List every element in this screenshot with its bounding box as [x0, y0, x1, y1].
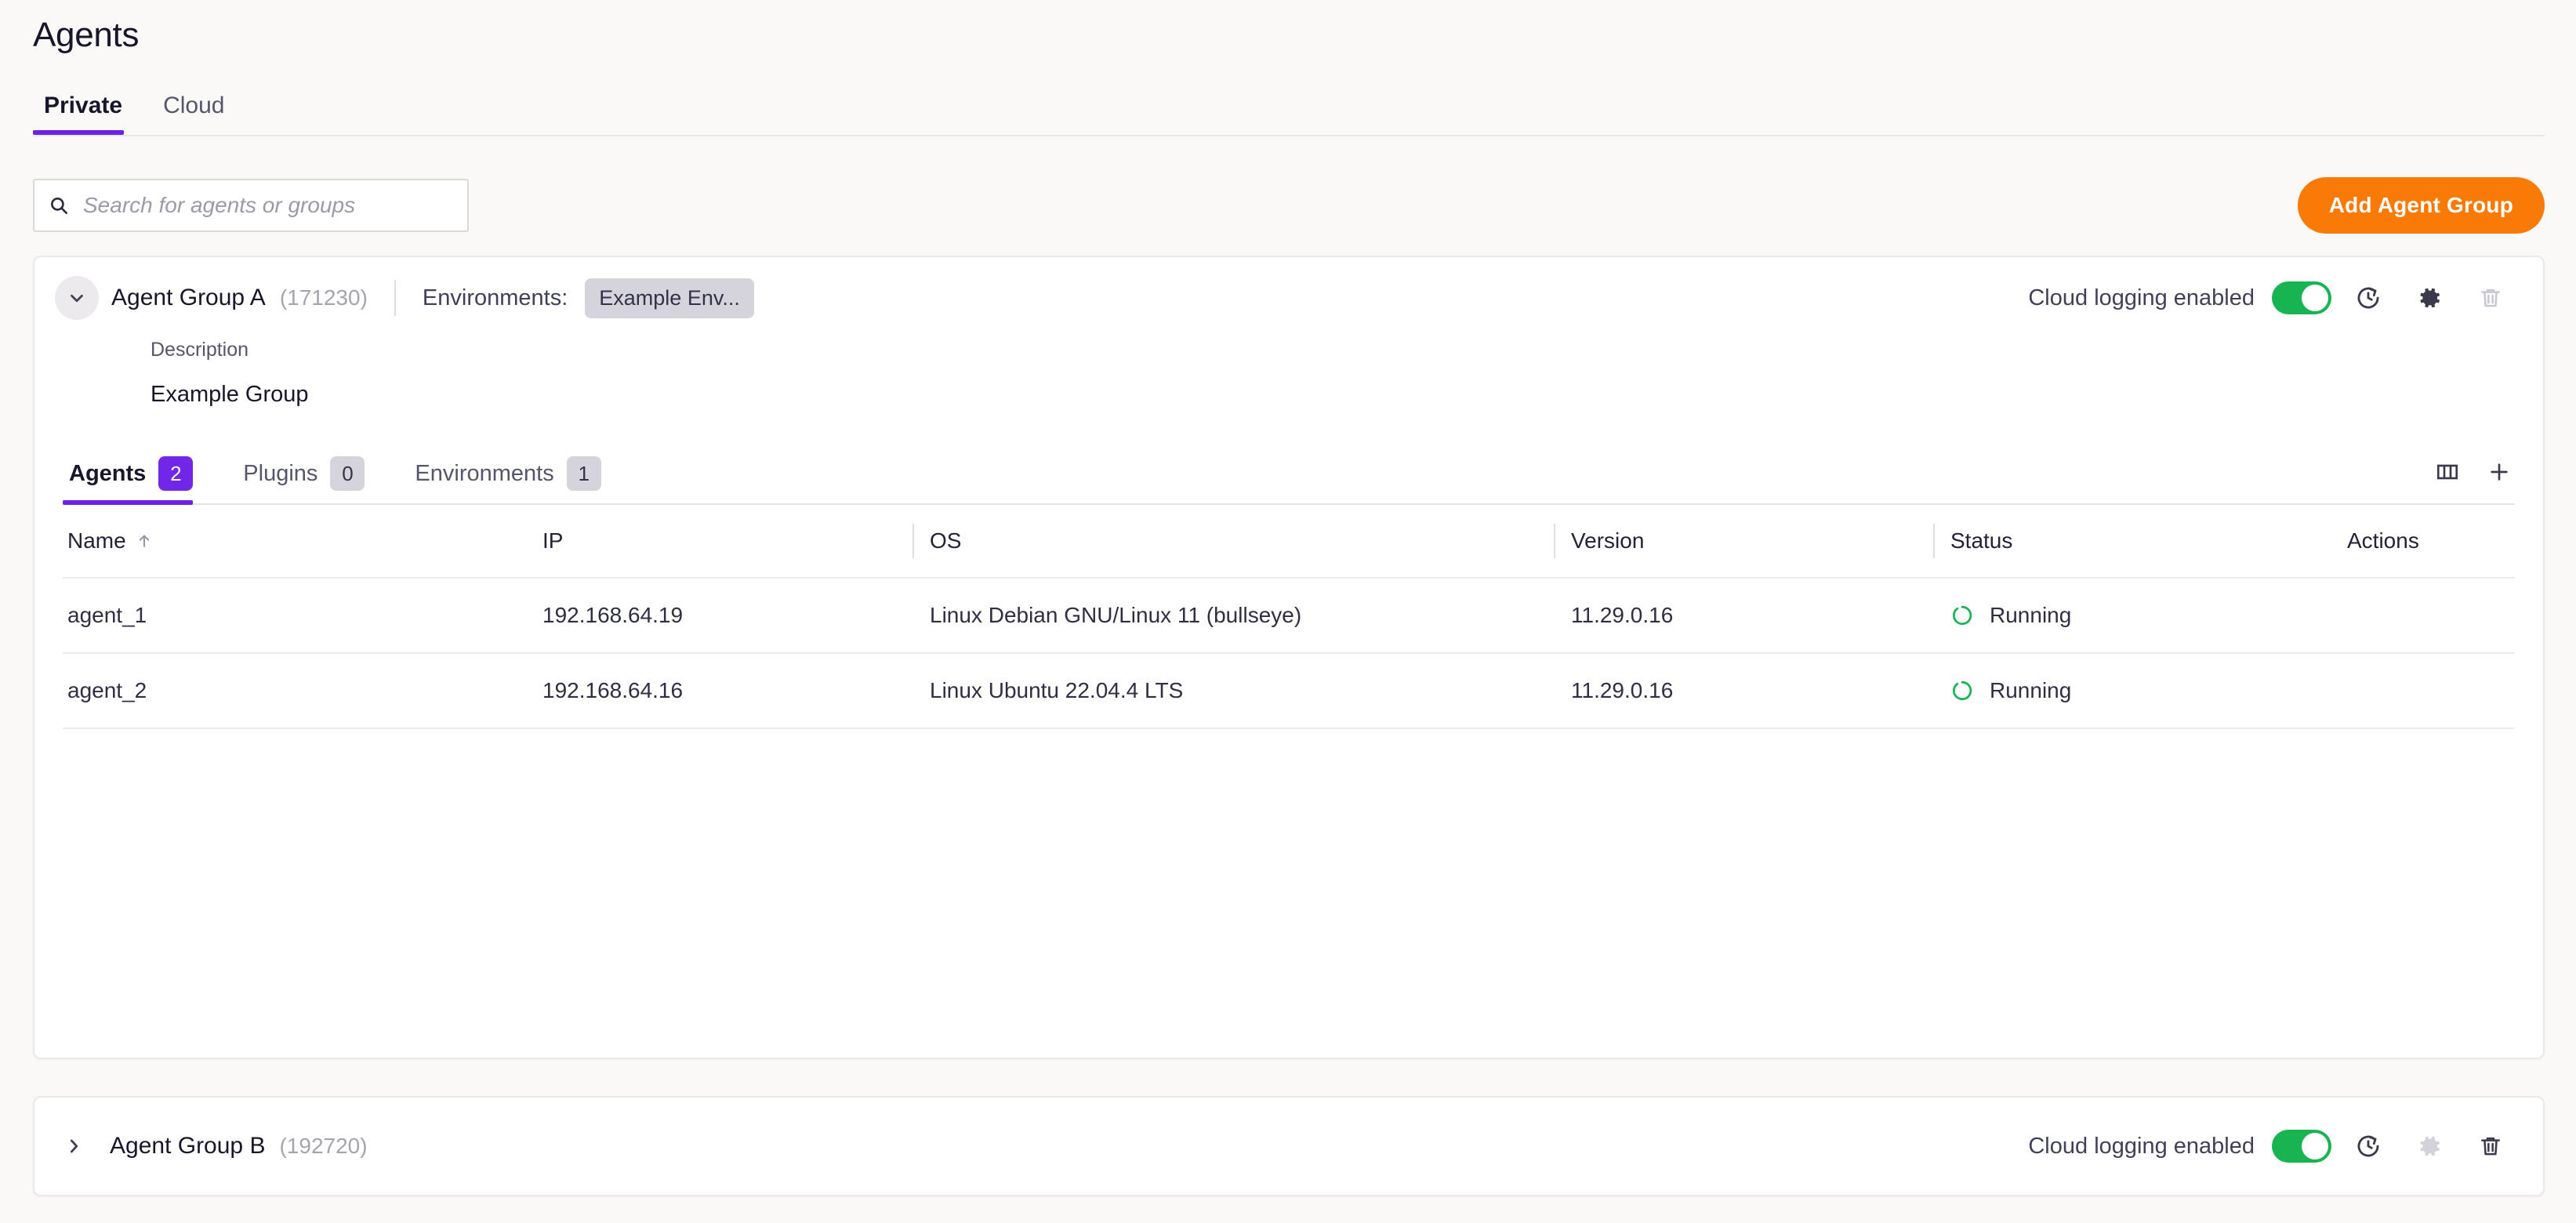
table-row[interactable]: agent_1 192.168.64.19 Linux Debian GNU/L…: [63, 579, 2515, 654]
col-header-name[interactable]: Name: [63, 528, 542, 553]
tab-environments[interactable]: Environments 1: [408, 456, 626, 503]
tab-plugins-label: Plugins: [243, 460, 318, 486]
gear-icon[interactable]: [2405, 274, 2454, 322]
cell-status-label: Running: [1990, 678, 2072, 702]
col-header-actions: Actions: [2347, 528, 2419, 553]
agents-table: Name IP OS Version Status Actions agent_…: [63, 505, 2515, 1021]
group-a-id: (171230): [279, 285, 368, 310]
col-header-os-label: OS: [930, 528, 962, 553]
column-divider: [1554, 524, 1555, 558]
group-b-id: (192720): [279, 1134, 368, 1158]
toggle-knob: [2302, 285, 2328, 311]
description-label: Description: [151, 339, 249, 361]
group-a-name: Agent Group A: [111, 285, 266, 310]
history-restore-icon[interactable]: [2344, 1122, 2393, 1170]
columns-icon[interactable]: [2432, 456, 2463, 488]
col-header-version[interactable]: Version: [1554, 524, 1947, 558]
table-tools: [2432, 456, 2515, 497]
arrow-up-icon: [136, 532, 153, 550]
cell-os: Linux Debian GNU/Linux 11 (bullseye): [930, 603, 1302, 627]
tab-plugins[interactable]: Plugins 0: [237, 456, 390, 503]
group-a-description: Description Example Group: [34, 339, 2543, 408]
group-b-name: Agent Group B: [110, 1133, 266, 1159]
plus-icon[interactable]: [2483, 456, 2515, 488]
cell-status-label: Running: [1990, 603, 2072, 627]
column-divider: [1933, 524, 1935, 558]
history-restore-icon[interactable]: [2344, 274, 2393, 322]
col-header-status[interactable]: Status: [1933, 524, 2347, 558]
cell-status: Running: [1947, 678, 2347, 703]
top-tab-bar: Private Cloud: [33, 93, 2545, 136]
gear-icon[interactable]: [2405, 1122, 2454, 1170]
divider: [394, 280, 396, 316]
cell-name: agent_1: [67, 603, 147, 627]
group-a-tab-bar: Agents 2 Plugins 0 Environments 1: [63, 456, 2515, 505]
group-a-header: Agent Group A (171230) Environments: Exa…: [34, 257, 2543, 339]
cloud-logging-toggle[interactable]: [2272, 281, 2331, 314]
cell-version: 11.29.0.16: [1571, 603, 1674, 627]
page-title: Agents: [33, 16, 140, 54]
cell-os: Linux Ubuntu 22.04.4 LTS: [930, 678, 1184, 702]
description-value: Example Group: [151, 382, 309, 407]
environment-chip[interactable]: Example Env...: [585, 278, 754, 318]
cloud-logging-label: Cloud logging enabled: [2028, 1133, 2255, 1159]
search-icon: [49, 195, 69, 216]
col-header-ip[interactable]: IP: [542, 528, 927, 553]
cell-status: Running: [1947, 603, 2347, 628]
trash-icon[interactable]: [2466, 274, 2515, 322]
tab-cloud[interactable]: Cloud: [143, 93, 245, 133]
table-row[interactable]: agent_2 192.168.64.16 Linux Ubuntu 22.04…: [63, 654, 2515, 729]
table-header-row: Name IP OS Version Status Actions: [63, 505, 2515, 579]
agent-group-card-b: Agent Group B (192720) Cloud logging ena…: [33, 1096, 2545, 1196]
tab-private[interactable]: Private: [33, 93, 143, 135]
col-header-version-label: Version: [1571, 528, 1645, 553]
add-agent-group-button[interactable]: Add Agent Group: [2297, 177, 2545, 234]
chevron-down-icon[interactable]: [55, 276, 99, 320]
tab-agents[interactable]: Agents 2: [63, 456, 218, 505]
col-header-status-label: Status: [1950, 528, 2013, 553]
search-input[interactable]: [82, 192, 453, 219]
group-a-header-actions: Cloud logging enabled: [2028, 274, 2515, 322]
cell-ip: 192.168.64.19: [542, 603, 684, 627]
group-b-header-actions: Cloud logging enabled: [2028, 1122, 2515, 1170]
tab-environments-count: 1: [566, 456, 601, 491]
agent-group-card-a: Agent Group A (171230) Environments: Exa…: [33, 256, 2545, 1059]
spinner-icon: [1950, 604, 1974, 627]
chevron-right-icon[interactable]: [55, 1124, 93, 1168]
column-divider: [912, 524, 914, 558]
toolbar: Add Agent Group: [33, 177, 2545, 235]
tab-agents-label: Agents: [69, 460, 147, 486]
spinner-icon: [1950, 679, 1974, 702]
environments-label: Environments:: [422, 285, 568, 310]
tab-plugins-count: 0: [330, 456, 365, 491]
cell-name: agent_2: [67, 678, 147, 702]
table-empty-space: [63, 729, 2515, 1021]
cloud-logging-toggle[interactable]: [2272, 1130, 2331, 1163]
search-box[interactable]: [33, 179, 469, 232]
trash-icon[interactable]: [2466, 1122, 2515, 1170]
group-b-header[interactable]: Agent Group B (192720) Cloud logging ena…: [34, 1098, 2543, 1195]
tab-agents-count: 2: [158, 456, 194, 491]
toggle-knob: [2302, 1133, 2328, 1159]
col-header-os[interactable]: OS: [912, 524, 1568, 558]
cloud-logging-label: Cloud logging enabled: [2028, 285, 2255, 310]
agents-page: Agents Private Cloud Add Agent Group: [0, 0, 2576, 1223]
col-header-name-label: Name: [67, 528, 126, 553]
tab-environments-label: Environments: [415, 460, 554, 486]
cell-version: 11.29.0.16: [1571, 678, 1674, 702]
cell-ip: 192.168.64.16: [542, 678, 684, 702]
